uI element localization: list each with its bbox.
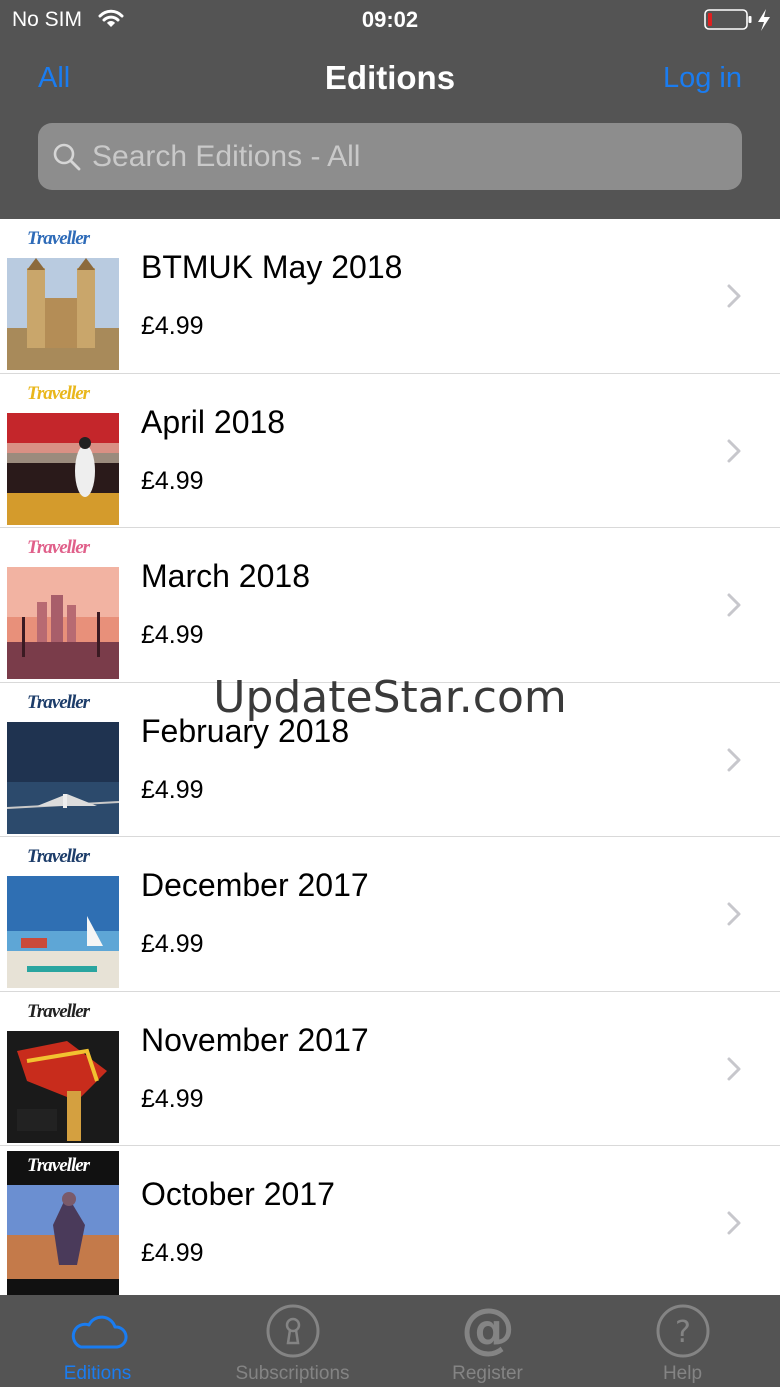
edition-price: £4.99	[141, 930, 204, 958]
edition-row[interactable]: Traveller April 2018 £4.99	[0, 374, 780, 528]
chevron-right-icon	[727, 593, 741, 617]
question-icon: ?	[656, 1304, 710, 1358]
edition-title: March 2018	[141, 558, 310, 594]
battery-icon	[704, 9, 752, 30]
edition-title: February 2018	[141, 712, 350, 749]
edition-price: £4.99	[141, 775, 204, 804]
edition-cover-image: Traveller	[7, 996, 119, 1143]
edition-row[interactable]: Traveller February 2018 £4.99	[0, 683, 780, 837]
svg-text:@: @	[461, 1303, 515, 1359]
chevron-right-icon	[727, 439, 741, 462]
header: No SIM 09:02 All Editions Log in	[0, 0, 780, 219]
edition-price: £4.99	[141, 312, 204, 340]
keyhole-icon	[266, 1304, 320, 1358]
edition-title: April 2018	[141, 403, 286, 440]
tab-register[interactable]: @ Register	[390, 1295, 585, 1387]
edition-price: £4.99	[141, 621, 204, 649]
status-bar: No SIM 09:02	[0, 0, 780, 40]
cover-artwork	[7, 876, 119, 988]
edition-price: £4.99	[141, 1084, 204, 1113]
cloud-icon	[71, 1315, 128, 1349]
cover-logo-text: Traveller	[27, 691, 90, 713]
cover-logo-text: Traveller	[27, 537, 90, 558]
charging-bolt-icon	[758, 9, 770, 31]
edition-cover-image: Traveller	[7, 1151, 119, 1295]
edition-cover-image: Traveller	[7, 378, 119, 525]
tab-help[interactable]: ? Help	[585, 1295, 780, 1387]
chevron-right-icon	[727, 902, 741, 926]
search-bar[interactable]	[38, 123, 742, 190]
at-sign-icon: @	[461, 1303, 515, 1359]
edition-cover-image: Traveller	[7, 842, 119, 988]
edition-row[interactable]: Traveller BTMUK May 2018 £4.99	[0, 219, 780, 374]
tab-label: Help	[662, 1363, 703, 1384]
edition-price: £4.99	[141, 466, 204, 495]
tab-editions[interactable]: Editions	[0, 1295, 195, 1387]
edition-row[interactable]: Traveller October 2017 £4.99	[0, 1146, 780, 1295]
cover-artwork	[7, 1030, 119, 1143]
svg-text:?: ?	[675, 1315, 691, 1350]
cover-logo-text: Traveller	[27, 382, 90, 404]
chevron-right-icon	[727, 284, 741, 308]
tab-label: Register	[452, 1363, 523, 1384]
chevron-right-icon	[727, 748, 741, 771]
edition-row[interactable]: Traveller December 2017 £4.99	[0, 837, 780, 992]
edition-cover-image: Traveller	[7, 224, 119, 370]
edition-title: BTMUK May 2018	[141, 249, 403, 285]
tab-bar: Editions Subscriptions @ Register? Help	[0, 1295, 780, 1387]
chevron-right-icon	[727, 1057, 741, 1080]
edition-row[interactable]: Traveller March 2018 £4.99	[0, 528, 780, 683]
cover-logo-text: Traveller	[27, 1155, 90, 1176]
editions-list: Traveller BTMUK May 2018 £4.99 Traveller Apr…	[0, 219, 780, 1295]
cover-artwork	[7, 1185, 119, 1295]
edition-title: December 2017	[141, 867, 369, 903]
tab-label: Subscriptions	[235, 1363, 350, 1384]
edition-price: £4.99	[141, 1239, 204, 1267]
chevron-right-icon	[727, 1211, 741, 1235]
search-input[interactable]	[92, 123, 722, 190]
edition-cover-image: Traveller	[7, 687, 119, 834]
tab-subscriptions[interactable]: Subscriptions	[195, 1295, 390, 1387]
log-in-button[interactable]: Log in	[663, 62, 742, 95]
edition-title: November 2017	[141, 1021, 369, 1058]
status-time: 09:02	[361, 7, 419, 32]
cover-artwork	[7, 412, 119, 525]
cover-artwork	[7, 567, 119, 679]
edition-row[interactable]: Traveller November 2017 £4.99	[0, 992, 780, 1146]
cover-logo-text: Traveller	[27, 1000, 90, 1022]
cover-logo-text: Traveller	[27, 228, 90, 249]
cover-artwork	[7, 258, 119, 370]
nav-bar: All Editions Log in	[0, 50, 780, 110]
edition-cover-image: Traveller	[7, 533, 119, 679]
search-icon	[53, 143, 81, 171]
edition-title: October 2017	[141, 1176, 335, 1212]
tab-label: Editions	[63, 1363, 132, 1384]
cover-logo-text: Traveller	[27, 846, 90, 867]
cover-artwork	[7, 721, 119, 834]
